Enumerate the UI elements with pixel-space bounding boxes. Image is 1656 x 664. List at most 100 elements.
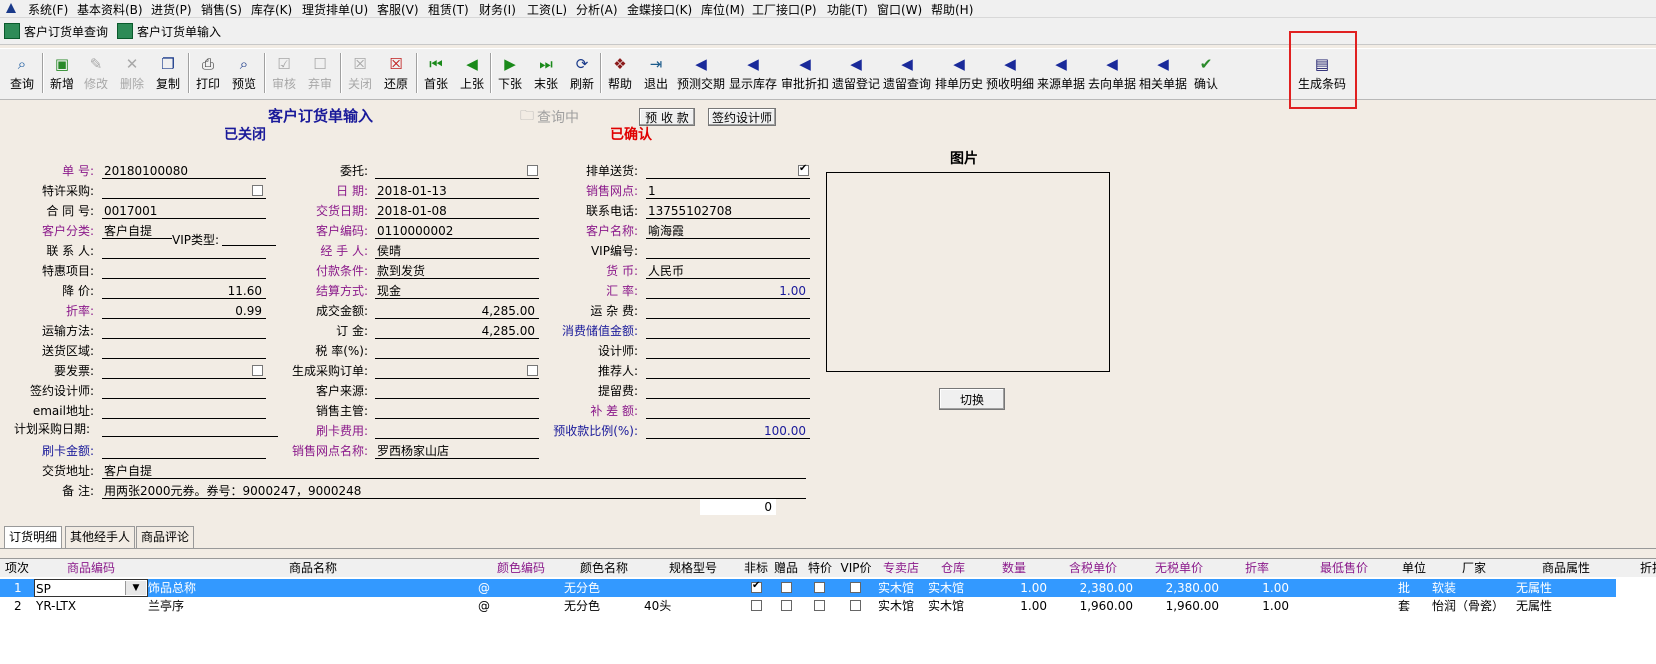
table-row[interactable]: 2 YR-LTX 兰亭序 @ 无分色 40头 实木馆 实木馆 1.00 1,96… xyxy=(0,597,1616,615)
tab-order-input[interactable]: 客户订货单输入 xyxy=(117,21,221,41)
card-fee-field[interactable] xyxy=(375,423,539,439)
col-min-price[interactable]: 最低售价 xyxy=(1292,559,1396,577)
contract-field[interactable]: 0017001 xyxy=(102,203,266,219)
close-doc-button[interactable]: ☒ 关闭 xyxy=(346,51,374,97)
invoice-checkbox[interactable] xyxy=(252,365,263,376)
delivery-address-field[interactable]: 客户自提 xyxy=(102,463,806,479)
table-row[interactable]: 1 SP ▼ 饰品总称 @ 无分色 实木馆 实木馆 1.00 2,380.00 2… xyxy=(0,579,1616,597)
prepay-button[interactable]: 预 收 款 xyxy=(639,108,695,126)
col-spec[interactable]: 规格型号 xyxy=(644,559,742,577)
gift-checkbox[interactable] xyxy=(781,600,792,611)
menu-help[interactable]: 帮助(H) xyxy=(931,1,973,18)
discount-field[interactable]: 0.99 xyxy=(102,303,266,319)
cell-code-combo[interactable]: SP ▼ xyxy=(34,579,148,597)
balance-field[interactable] xyxy=(646,403,810,419)
outlet-name-field[interactable]: 罗西杨家山店 xyxy=(375,443,539,459)
deal-amount-field[interactable]: 4,285.00 xyxy=(375,303,539,319)
forecast-button[interactable]: ◀ 预测交期 xyxy=(676,51,726,97)
freight-field[interactable] xyxy=(646,303,810,319)
target-doc-button[interactable]: ◀ 去向单据 xyxy=(1087,51,1137,97)
gift-checkbox[interactable] xyxy=(781,582,792,593)
tab-order-detail[interactable]: 订货明细 xyxy=(4,526,63,548)
currency-field[interactable]: 人民币 xyxy=(646,263,810,279)
delivery-date-field[interactable]: 2018-01-08 xyxy=(375,203,539,219)
special-checkbox[interactable] xyxy=(814,582,825,593)
entrust-checkbox[interactable] xyxy=(527,165,538,176)
col-code[interactable]: 商品编码 xyxy=(34,559,148,577)
menu-service[interactable]: 客服(V) xyxy=(377,1,419,18)
last-button[interactable]: ⏭ 末张 xyxy=(532,51,560,97)
sales-manager-field[interactable] xyxy=(375,403,539,419)
card-amount-field[interactable] xyxy=(102,443,266,459)
date-field[interactable]: 2018-01-13 xyxy=(375,183,539,199)
abandon-button[interactable]: ☐ 弃审 xyxy=(306,51,334,97)
schedule-history-button[interactable]: ◀ 排单历史 xyxy=(934,51,984,97)
email-field[interactable] xyxy=(102,403,266,419)
menu-schedule[interactable]: 理货排单(U) xyxy=(302,1,368,18)
vip-checkbox[interactable] xyxy=(850,582,861,593)
menu-system[interactable]: 系统(F) xyxy=(28,1,68,18)
customer-code-field[interactable]: 0110000002 xyxy=(375,223,539,239)
price-cut-field[interactable]: 11.60 xyxy=(102,283,266,299)
retain-fee-field[interactable] xyxy=(646,383,810,399)
menu-kingdee[interactable]: 金蝶接口(K) xyxy=(627,1,692,18)
nonstd-checkbox[interactable] xyxy=(751,600,762,611)
menu-sales[interactable]: 销售(S) xyxy=(201,1,242,18)
first-button[interactable]: ⏮ 首张 xyxy=(422,51,450,97)
help-button[interactable]: ❖ 帮助 xyxy=(606,51,634,97)
modify-button[interactable]: ✎ 修改 xyxy=(82,51,110,97)
recommender-field[interactable] xyxy=(646,363,810,379)
col-qty[interactable]: 数量 xyxy=(978,559,1050,577)
col-maker[interactable]: 厂家 xyxy=(1432,559,1516,577)
special-checkbox[interactable] xyxy=(814,600,825,611)
nonstd-checkbox[interactable] xyxy=(751,580,762,593)
col-name[interactable]: 商品名称 xyxy=(148,559,478,577)
transport-field[interactable] xyxy=(102,323,266,339)
order-no-field[interactable]: 20180100080 xyxy=(102,163,266,179)
designer-button[interactable]: 签约设计师 xyxy=(708,108,776,126)
col-warehouse[interactable]: 仓库 xyxy=(928,559,978,577)
menu-function[interactable]: 功能(T) xyxy=(827,1,868,18)
col-price-notax[interactable]: 无税单价 xyxy=(1136,559,1222,577)
preferential-field[interactable] xyxy=(102,263,266,279)
col-price-tax[interactable]: 含税单价 xyxy=(1050,559,1136,577)
prepay-ratio-field[interactable]: 100.00 xyxy=(646,423,810,439)
menu-stock[interactable]: 库存(K) xyxy=(251,1,292,18)
show-stock-button[interactable]: ◀ 显示库存 xyxy=(728,51,778,97)
menu-basic[interactable]: 基本资料(B) xyxy=(77,1,143,18)
confirm-button[interactable]: ✔ 确认 xyxy=(1192,51,1220,97)
col-attr[interactable]: 商品属性 xyxy=(1516,559,1616,577)
designer-field[interactable] xyxy=(102,383,266,399)
phone-field[interactable]: 13755102708 xyxy=(646,203,810,219)
tab-product-review[interactable]: 商品评论 xyxy=(136,526,195,548)
special-purchase-checkbox[interactable] xyxy=(252,185,263,196)
chevron-down-icon[interactable]: ▼ xyxy=(125,581,146,595)
menu-window[interactable]: 窗口(W) xyxy=(877,1,922,18)
vip-checkbox[interactable] xyxy=(850,600,861,611)
remark-field[interactable]: 用两张2000元券。券号：9000247，9000248 xyxy=(102,483,806,499)
col-color-code[interactable]: 颜色编码 xyxy=(478,559,564,577)
col-color-name[interactable]: 颜色名称 xyxy=(564,559,644,577)
menu-finance[interactable]: 财务(I) xyxy=(479,1,516,18)
area-field[interactable] xyxy=(102,343,266,359)
plan-date-field[interactable] xyxy=(102,421,278,437)
lost-register-button[interactable]: ◀ 遗留登记 xyxy=(831,51,881,97)
tax-rate-field[interactable] xyxy=(375,343,539,359)
menu-factory[interactable]: 工厂接口(P) xyxy=(752,1,817,18)
contact-field[interactable] xyxy=(102,243,266,259)
customer-name-field[interactable]: 喻海霞 xyxy=(646,223,810,239)
stored-value-field[interactable] xyxy=(646,323,810,339)
delete-button[interactable]: ✕ 删除 xyxy=(118,51,146,97)
col-discount[interactable]: 折扣 xyxy=(1616,559,1656,577)
review-button[interactable]: ☑ 审核 xyxy=(270,51,298,97)
deposit-field[interactable]: 4,285.00 xyxy=(375,323,539,339)
col-index[interactable]: 项次 xyxy=(0,559,34,577)
related-doc-button[interactable]: ◀ 相关单据 xyxy=(1138,51,1188,97)
preview-button[interactable]: ⌕ 预览 xyxy=(230,51,258,97)
copy-button[interactable]: ❐ 复制 xyxy=(154,51,182,97)
refresh-button[interactable]: ⟳ 刷新 xyxy=(568,51,596,97)
col-gift[interactable]: 赠品 xyxy=(770,559,802,577)
customer-source-field[interactable] xyxy=(375,383,539,399)
switch-button[interactable]: 切换 xyxy=(939,388,1005,410)
col-shop[interactable]: 专卖店 xyxy=(874,559,928,577)
